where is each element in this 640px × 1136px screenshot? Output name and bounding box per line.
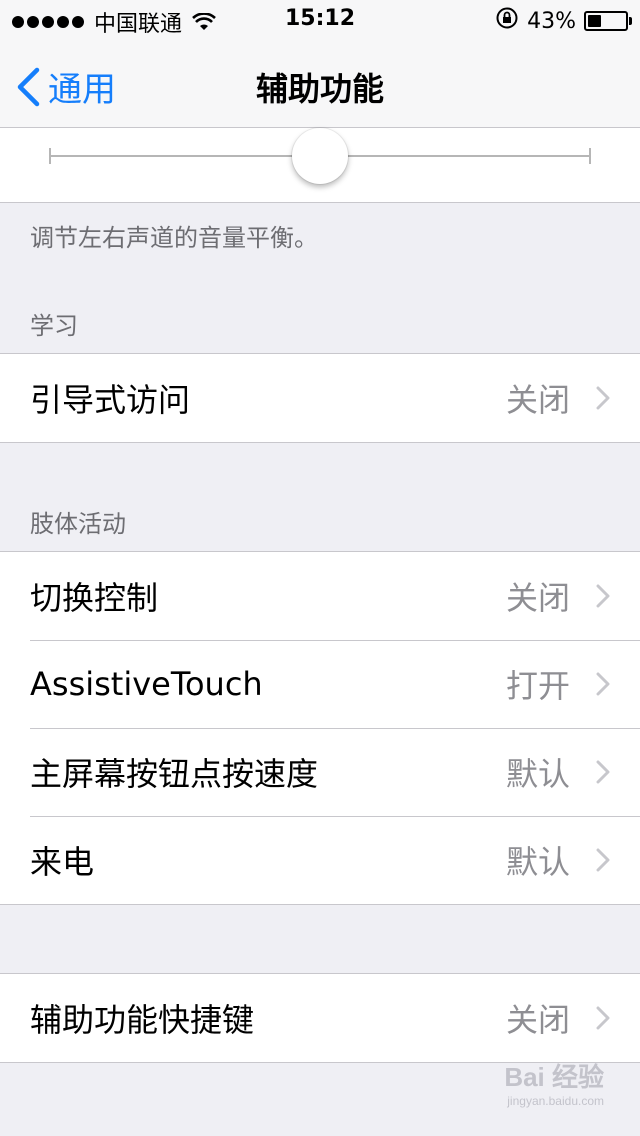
watermark-text: Bai 经验 [504, 1062, 604, 1092]
carrier-name: 中国联通 [94, 12, 183, 37]
row-label: AssistiveTouch [30, 665, 263, 703]
row-label: 切换控制 [30, 579, 159, 617]
status-right: 43% [495, 6, 632, 36]
row-value: 关闭 [505, 381, 570, 419]
group-shortcut: 辅助功能快捷键 关闭 [0, 973, 640, 1063]
row-label: 引导式访问 [30, 381, 191, 419]
row-value: 默认 [505, 755, 570, 793]
signal-dots-icon [12, 16, 84, 28]
watermark: Bai 经验 jingyan.baidu.com [504, 1057, 604, 1108]
status-bar: 中国联通 15:12 43% [0, 0, 640, 40]
row-value: 关闭 [505, 579, 570, 617]
status-left: 中国联通 [12, 6, 216, 38]
watermark-sub: jingyan.baidu.com [507, 1094, 604, 1108]
row-incoming-call[interactable]: 来电 默认 [0, 816, 640, 904]
row-value: 默认 [505, 843, 570, 881]
chevron-right-icon [596, 848, 610, 872]
row-label: 辅助功能快捷键 [30, 1001, 255, 1039]
chevron-right-icon [596, 386, 610, 410]
row-value: 关闭 [505, 1001, 570, 1039]
balance-slider-thumb[interactable] [292, 128, 348, 184]
chevron-right-icon [596, 584, 610, 608]
page-title: 辅助功能 [255, 70, 384, 108]
section-header-learning: 学习 [30, 312, 78, 340]
row-assistive-touch[interactable]: AssistiveTouch 打开 [0, 640, 640, 728]
group-physical: 切换控制 关闭 AssistiveTouch 打开 主屏幕按钮点按速度 默认 来… [0, 551, 640, 905]
section-header-physical: 肢体活动 [30, 510, 126, 538]
orientation-lock-icon [495, 6, 519, 36]
battery-percent: 43% [527, 8, 576, 34]
row-accessibility-shortcut[interactable]: 辅助功能快捷键 关闭 [0, 974, 640, 1062]
chevron-right-icon [596, 672, 610, 696]
row-switch-control[interactable]: 切换控制 关闭 [0, 552, 640, 640]
battery-icon [584, 11, 632, 31]
row-home-click-speed[interactable]: 主屏幕按钮点按速度 默认 [0, 728, 640, 816]
wifi-icon [192, 13, 216, 31]
row-value: 打开 [505, 667, 570, 705]
group-learning: 引导式访问 关闭 [0, 353, 640, 443]
balance-slider-cell [0, 128, 640, 203]
row-label: 来电 [30, 843, 95, 881]
chevron-right-icon [596, 1006, 610, 1030]
balance-caption: 调节左右声道的音量平衡。 [30, 224, 318, 252]
navigation-bar: 通用 辅助功能 [0, 40, 640, 128]
row-label: 主屏幕按钮点按速度 [30, 755, 319, 793]
chevron-right-icon [596, 760, 610, 784]
slider-right-tick [589, 148, 591, 164]
row-guided-access[interactable]: 引导式访问 关闭 [0, 354, 640, 442]
